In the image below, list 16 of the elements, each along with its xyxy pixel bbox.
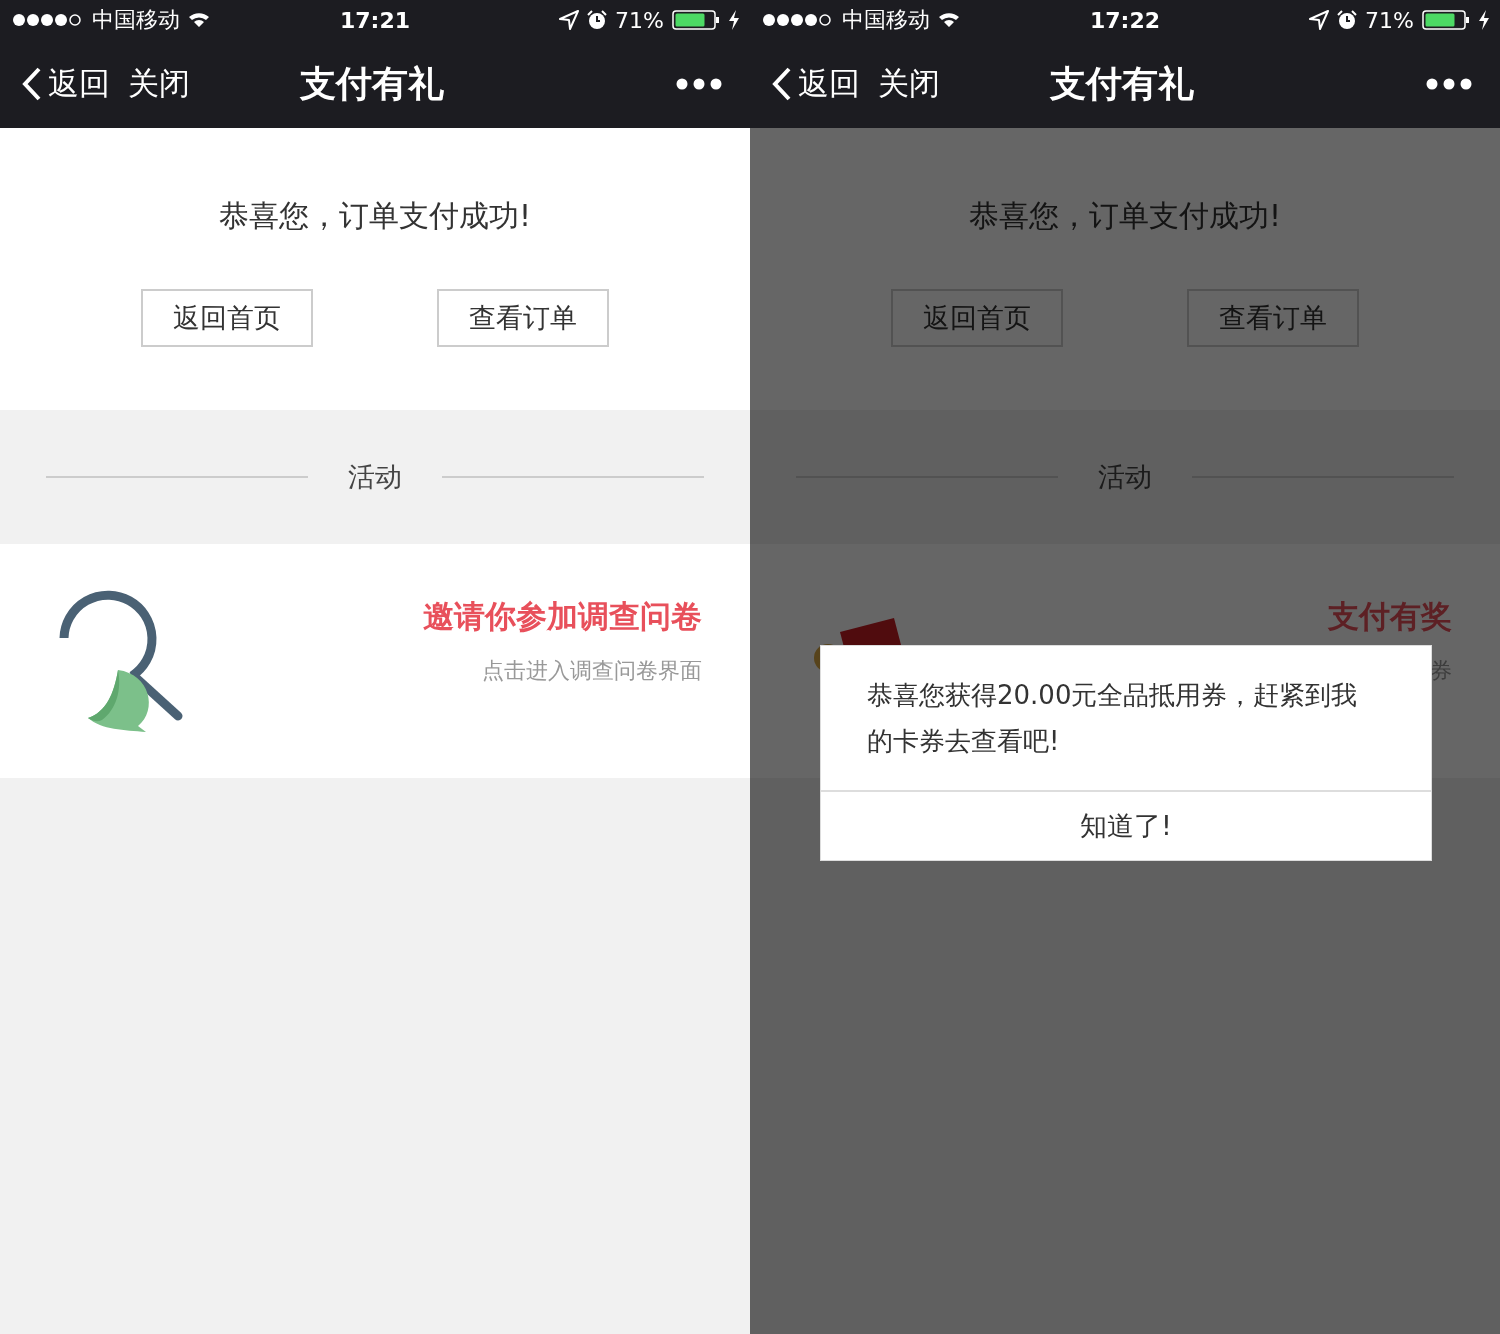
page-title: 支付有礼 (300, 61, 444, 106)
battery-percent: 71% (615, 7, 664, 33)
battery-percent: 71% (1365, 7, 1414, 33)
page-title: 支付有礼 (1050, 61, 1194, 106)
activity-title: 邀请你参加调查问卷 (423, 597, 702, 636)
carrier-name: 中国移动 (92, 6, 180, 34)
activity-subtitle: 点击进入调查问卷界面 (482, 657, 702, 685)
activity-title: 支付有奖 (1328, 597, 1452, 636)
section-title: 活动 (348, 460, 402, 494)
section-title: 活动 (1098, 460, 1152, 494)
success-message: 恭喜您，订单支付成功! (969, 197, 1281, 235)
success-message: 恭喜您，订单支付成功! (219, 197, 531, 235)
status-time: 17:22 (1090, 7, 1160, 33)
carrier-name: 中国移动 (842, 6, 930, 34)
status-time: 17:21 (340, 7, 410, 33)
dialog-message: 恭喜您获得20.00元全品抵用券，赶紧到我的卡券去查看吧! (866, 679, 1359, 758)
